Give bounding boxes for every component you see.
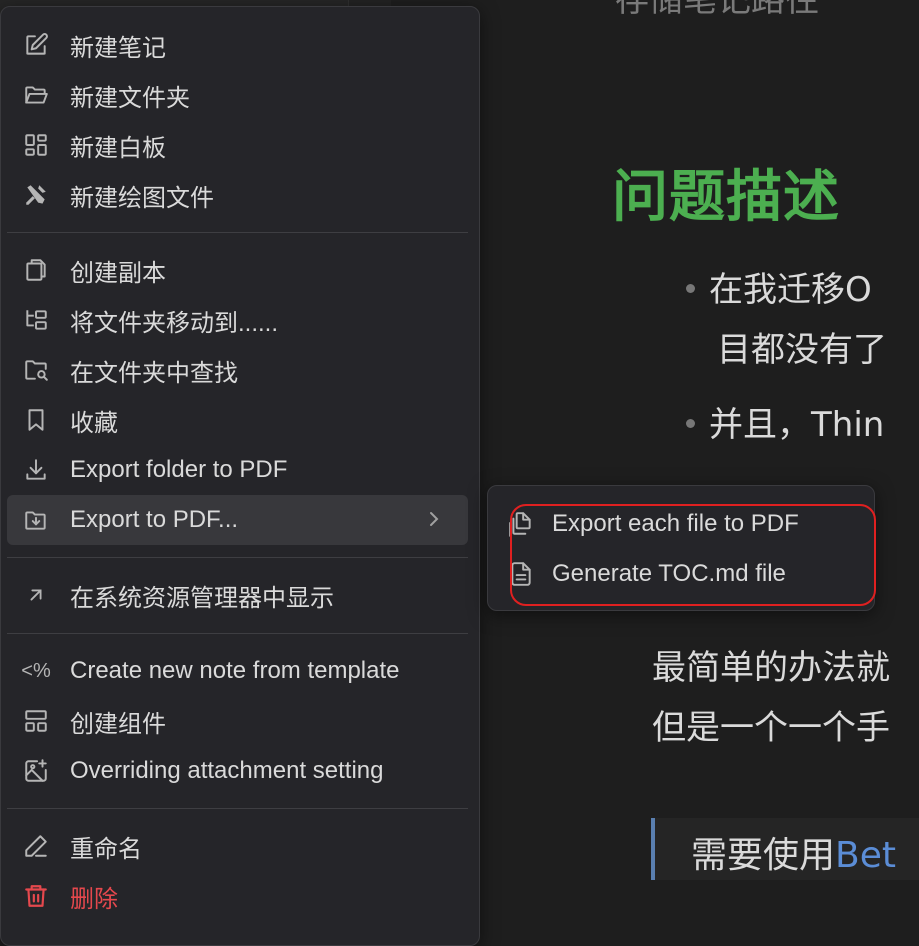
menu-item-bookmark[interactable]: 收藏 (7, 395, 468, 445)
menu-item-create-component[interactable]: 创建组件 (7, 696, 468, 746)
menu-item-label: 新建白板 (70, 134, 166, 162)
menu-item-attachment-setting[interactable]: Overriding attachment setting (7, 746, 468, 796)
menu-item-label: Export folder to PDF (70, 456, 288, 483)
menu-item-label: 在文件夹中查找 (70, 359, 238, 387)
pencil-icon (21, 831, 51, 861)
menu-item-label: 重命名 (70, 835, 142, 863)
bullet-item: 在我迁移O (686, 262, 872, 311)
menu-item-label: 将文件夹移动到...... (70, 309, 279, 337)
menu-item-new-note[interactable]: 新建笔记 (7, 20, 468, 70)
chevron-right-icon (422, 507, 446, 531)
bullet-continuation: 目都没有了 (717, 330, 887, 370)
section-heading: 问题描述 (612, 165, 840, 230)
menu-item-label: 新建绘图文件 (70, 184, 214, 212)
paragraph-line: 最简单的办法就 (652, 648, 890, 688)
menu-item-label: Export to PDF... (70, 506, 239, 533)
folder-search-icon (21, 355, 51, 385)
download-icon (21, 455, 51, 485)
trash-icon (21, 881, 51, 911)
menu-item-delete[interactable]: 删除 (7, 871, 468, 921)
menu-item-export-folder-pdf[interactable]: Export folder to PDF (7, 445, 468, 495)
paragraph-line: 但是一个一个手 (652, 708, 890, 748)
menu-item-search-in-folder[interactable]: 在文件夹中查找 (7, 345, 468, 395)
bullet-dot (686, 284, 695, 293)
copy-icon (21, 255, 51, 285)
menu-item-new-folder[interactable]: 新建文件夹 (7, 70, 468, 120)
menu-item-label: 新建笔记 (70, 34, 166, 62)
menu-item-label: 新建文件夹 (70, 84, 190, 112)
menu-item-label: 创建组件 (70, 710, 166, 738)
menu-item-duplicate[interactable]: 创建副本 (7, 245, 468, 295)
menu-separator (7, 232, 468, 233)
menu-item-new-drawing[interactable]: 新建绘图文件 (7, 170, 468, 220)
menu-separator (7, 808, 468, 809)
menu-item-label: Overriding attachment setting (70, 757, 384, 784)
folder-tree-icon (21, 305, 51, 335)
menu-separator (7, 633, 468, 634)
layout-grid-icon (21, 706, 51, 736)
folder-open-icon (21, 80, 51, 110)
bookmark-icon (21, 405, 51, 435)
menu-item-reveal-in-explorer[interactable]: 在系统资源管理器中显示 (7, 570, 468, 620)
folder-down-icon (21, 505, 51, 535)
layout-dashboard-icon (21, 130, 51, 160)
menu-item-label: 在系统资源管理器中显示 (70, 584, 334, 612)
menu-item-label: 删除 (70, 885, 118, 913)
bullet-dot (686, 419, 695, 428)
menu-item-move-folder[interactable]: 将文件夹移动到...... (7, 295, 468, 345)
image-plus-icon (21, 756, 51, 786)
template-icon: <% (21, 659, 51, 682)
excalidraw-icon (21, 180, 51, 210)
menu-item-template[interactable]: <% Create new note from template (7, 646, 468, 696)
menu-separator (7, 557, 468, 558)
bullet-item: 并且，Thin (686, 397, 884, 446)
edit-icon (21, 30, 51, 60)
menu-item-rename[interactable]: 重命名 (7, 821, 468, 871)
menu-item-label: Create new note from template (70, 657, 400, 684)
blockquote: 需要使用Bet (651, 818, 919, 880)
arrow-up-right-icon (21, 580, 51, 610)
quote-text: 需要使用 (691, 835, 836, 876)
menu-item-new-canvas[interactable]: 新建白板 (7, 120, 468, 170)
annotation-highlight-box (510, 504, 876, 606)
editor-top-text: 存储笔记路径 (615, 0, 819, 20)
context-menu: 新建笔记 新建文件夹 新建白板 新建绘图文件 创建副本 将文件夹移动到.....… (0, 6, 480, 946)
menu-item-export-to-pdf[interactable]: Export to PDF... (7, 495, 468, 545)
quote-link[interactable]: Bet (835, 835, 896, 876)
menu-item-label: 创建副本 (70, 259, 166, 287)
menu-item-label: 收藏 (70, 409, 118, 437)
